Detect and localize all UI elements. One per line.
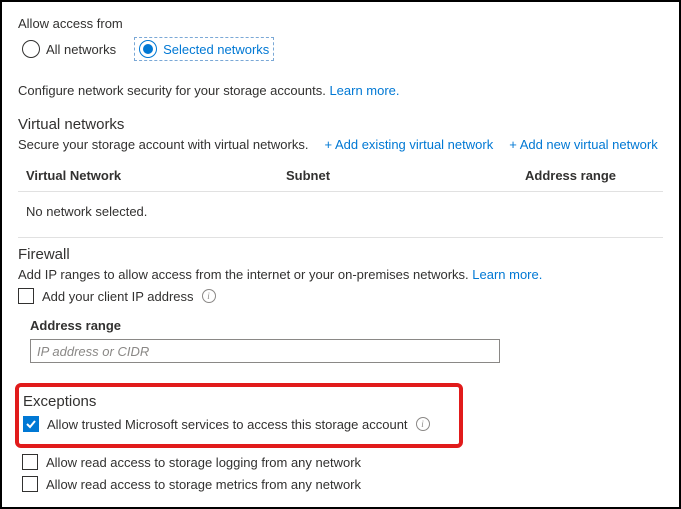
info-icon[interactable]: i <box>416 417 430 431</box>
intro-text: Configure network security for your stor… <box>18 83 663 98</box>
address-range-input[interactable] <box>30 339 500 363</box>
radio-all-networks-label: All networks <box>46 42 116 57</box>
add-client-ip-checkbox[interactable] <box>18 288 34 304</box>
firewall-learn-more-link[interactable]: Learn more. <box>472 267 542 282</box>
vnet-desc: Secure your storage account with virtual… <box>18 137 308 152</box>
col-address-range: Address range <box>525 168 655 183</box>
allow-trusted-services-label: Allow trusted Microsoft services to acce… <box>47 417 408 432</box>
allow-trusted-services-checkbox[interactable] <box>23 416 39 432</box>
allow-access-label: Allow access from <box>18 16 663 31</box>
access-radio-group: All networks Selected networks <box>18 37 663 61</box>
add-existing-vnet-link[interactable]: + Add existing virtual network <box>324 137 493 152</box>
vnet-empty-row: No network selected. <box>18 192 663 238</box>
exceptions-title: Exceptions <box>23 393 451 410</box>
col-virtual-network: Virtual Network <box>26 168 286 183</box>
intro-desc: Configure network security for your stor… <box>18 83 326 98</box>
firewall-desc: Add IP ranges to allow access from the i… <box>18 267 469 282</box>
add-new-vnet-link[interactable]: + Add new virtual network <box>509 137 658 152</box>
radio-selected-networks-label: Selected networks <box>163 42 269 57</box>
firewall-title: Firewall <box>18 246 663 263</box>
vnet-table: Virtual Network Subnet Address range No … <box>18 160 663 238</box>
radio-icon <box>22 40 40 58</box>
info-icon[interactable]: i <box>202 289 216 303</box>
vnet-title: Virtual networks <box>18 116 663 133</box>
radio-selected-networks[interactable]: Selected networks <box>134 37 274 61</box>
add-client-ip-label: Add your client IP address <box>42 289 194 304</box>
learn-more-link[interactable]: Learn more. <box>329 83 399 98</box>
col-subnet: Subnet <box>286 168 525 183</box>
radio-all-networks[interactable]: All networks <box>18 38 120 60</box>
exceptions-highlight: Exceptions Allow trusted Microsoft servi… <box>15 383 463 448</box>
allow-metrics-label: Allow read access to storage metrics fro… <box>46 477 361 492</box>
address-range-label: Address range <box>30 318 663 333</box>
allow-logging-label: Allow read access to storage logging fro… <box>46 455 361 470</box>
radio-icon <box>139 40 157 58</box>
allow-metrics-checkbox[interactable] <box>22 476 38 492</box>
allow-logging-checkbox[interactable] <box>22 454 38 470</box>
